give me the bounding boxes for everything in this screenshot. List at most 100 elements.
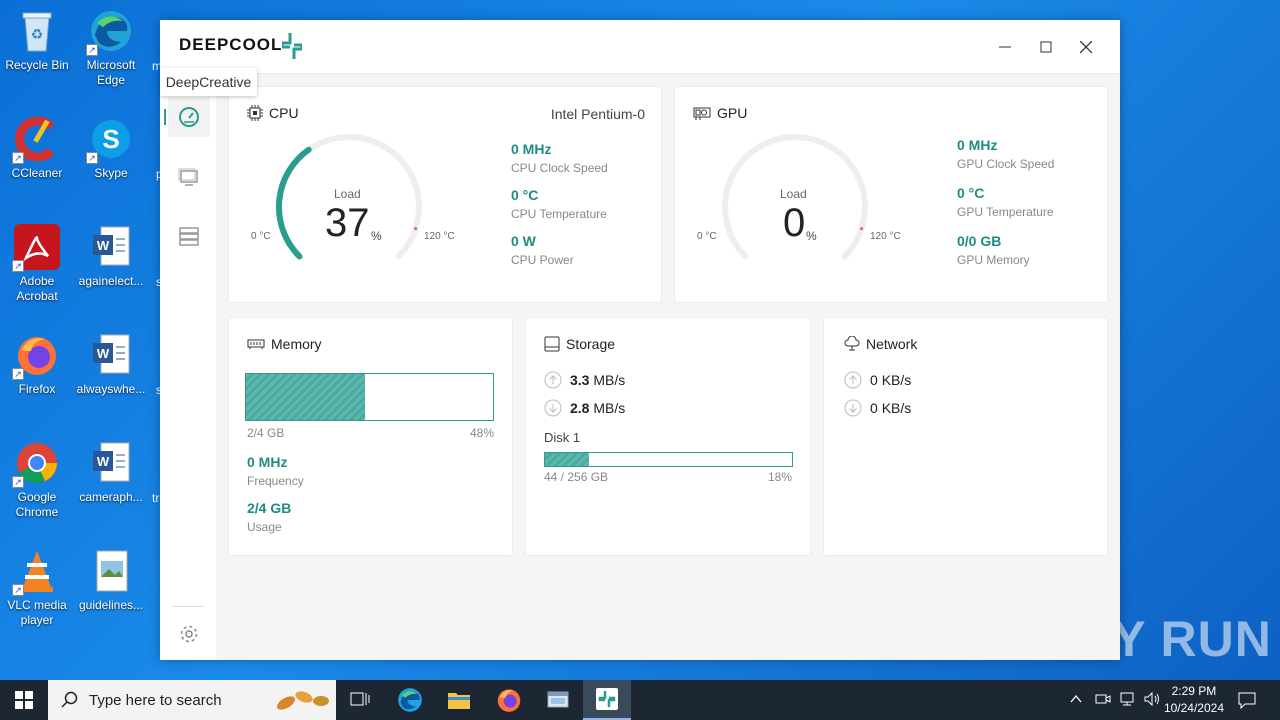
desktop-icon-image-file[interactable]: guidelines... xyxy=(74,548,148,613)
vlc-icon: ↗ xyxy=(12,548,60,596)
memory-frequency-value: 0 MHz xyxy=(247,454,288,470)
memory-usage-bar xyxy=(245,373,494,421)
taskbar-search-box[interactable]: Type here to search xyxy=(48,680,336,720)
maximize-button[interactable] xyxy=(1031,34,1061,60)
tray-clock[interactable]: 2:29 PM 10/24/2024 xyxy=(1164,683,1224,717)
gpu-memory-stat: 0/0 GB GPU Memory xyxy=(957,233,1030,267)
network-upload-row: 0 KB/s xyxy=(844,371,911,389)
sidebar-item-display[interactable] xyxy=(168,157,210,197)
cpu-gauge-value: 37 xyxy=(325,201,370,245)
desktop-icon-label: Google Chrome xyxy=(15,490,59,519)
gpu-clock-value: 0 MHz xyxy=(957,137,998,153)
cpu-power-value: 0 W xyxy=(511,233,536,249)
close-button[interactable] xyxy=(1071,34,1101,60)
memory-usage-value: 2/4 GB xyxy=(247,500,292,516)
sidebar-item-dashboard[interactable] xyxy=(168,97,210,137)
hard-drive-icon xyxy=(544,336,560,352)
svg-text:W: W xyxy=(97,454,110,469)
cpu-gauge-unit: % xyxy=(371,229,382,243)
desktop-icon-acrobat[interactable]: ↗ Adobe Acrobat xyxy=(0,224,74,304)
minimize-button[interactable] xyxy=(990,34,1020,60)
cpu-gauge-min: 0 °C xyxy=(251,231,271,242)
memory-frequency-label: Frequency xyxy=(247,474,304,488)
shortcut-arrow-icon: ↗ xyxy=(86,44,98,56)
desktop-icon-ccleaner[interactable]: ↗ CCleaner xyxy=(0,116,74,181)
gpu-card: GPU Load 0 % 0 °C 120 °C 0 MHz GPU Clock… xyxy=(674,86,1108,303)
deepcool-window: DEEPCOOL DeepCreative CPU Intel Pentium-… xyxy=(160,20,1120,660)
disk-used-text: 44 / 256 GB xyxy=(544,470,609,484)
disk-usage-fill xyxy=(545,453,590,466)
gpu-gauge-max: 120 °C xyxy=(870,231,901,242)
taskbar: Type here to search 2:29 PM 10/24/2024 xyxy=(0,680,1280,720)
cpu-temp-stat: 0 °C CPU Temperature xyxy=(511,187,607,221)
title-bar[interactable]: DEEPCOOL xyxy=(160,20,1120,74)
taskbar-deepcool[interactable] xyxy=(583,680,631,720)
tray-overflow-button[interactable] xyxy=(1069,692,1083,711)
desktop-icon-chrome[interactable]: ↗ Google Chrome xyxy=(0,440,74,520)
upload-arrow-icon xyxy=(844,371,862,389)
desktop-icon-vlc[interactable]: ↗ VLC media player xyxy=(0,548,74,628)
word-document-icon: W xyxy=(88,332,134,378)
gpu-gauge-unit: % xyxy=(806,229,817,243)
gpu-card-icon xyxy=(693,107,711,120)
desktop-icon-word-doc-3[interactable]: W cameraph... xyxy=(74,440,148,505)
gpu-gauge-min: 0 °C xyxy=(697,231,717,242)
speaker-icon xyxy=(1144,691,1159,707)
desktop-icon-firefox[interactable]: ↗ Firefox xyxy=(0,332,74,397)
memory-frequency-stat: 0 MHz Frequency xyxy=(247,454,304,488)
application-window-icon xyxy=(547,691,569,708)
gpu-memory-label: GPU Memory xyxy=(957,253,1030,267)
recycle-bin-icon: ♻ xyxy=(14,8,60,54)
notification-center-button[interactable] xyxy=(1238,691,1256,714)
desktop-icon-label: cameraph... xyxy=(79,490,143,504)
gpu-gauge-value: 0 xyxy=(783,201,806,245)
ccleaner-icon: ↗ xyxy=(12,116,60,164)
tray-volume[interactable] xyxy=(1143,691,1161,712)
tray-meet-now[interactable] xyxy=(1095,691,1111,712)
edge-icon xyxy=(398,688,422,712)
gear-icon xyxy=(180,625,198,643)
network-title-text: Network xyxy=(866,336,918,352)
partial-desktop-label: tr xyxy=(152,491,160,505)
desktop-icon-label: againelect... xyxy=(78,274,144,288)
network-card-title: Network xyxy=(844,336,917,352)
svg-text:♻: ♻ xyxy=(31,26,44,42)
taskbar-edge[interactable] xyxy=(386,680,434,720)
image-file-icon xyxy=(88,548,134,594)
task-view-button[interactable] xyxy=(336,680,384,720)
network-download-value: 0 xyxy=(870,400,878,416)
cpu-clock-value: 0 MHz xyxy=(511,141,552,157)
settings-button[interactable] xyxy=(168,614,210,654)
desktop-icon-edge[interactable]: ↗ Microsoft Edge xyxy=(74,8,148,88)
autumn-leaves-decoration-icon xyxy=(276,691,329,710)
firefox-icon: ↗ xyxy=(12,332,60,380)
cpu-chip-icon xyxy=(247,105,263,121)
close-icon xyxy=(1080,41,1092,53)
desktop-icon-word-doc-1[interactable]: W againelect... xyxy=(74,224,148,289)
desktop-icon-label: CCleaner xyxy=(11,166,63,180)
shortcut-arrow-icon: ↗ xyxy=(12,260,24,272)
network-card: Network 0 KB/s 0 KB/s xyxy=(823,317,1108,556)
taskbar-firefox[interactable] xyxy=(485,680,533,720)
notification-icon xyxy=(1238,692,1256,710)
edge-icon: ↗ xyxy=(86,8,134,56)
svg-text:W: W xyxy=(97,346,110,361)
storage-upload-unit: MB/s xyxy=(593,372,626,388)
cpu-card-title: CPU xyxy=(247,105,299,121)
cpu-power-label: CPU Power xyxy=(511,253,574,267)
taskbar-file-explorer[interactable] xyxy=(435,680,483,720)
tray-network[interactable] xyxy=(1118,691,1136,712)
desktop-icon-skype[interactable]: S ↗ Skype xyxy=(74,116,148,181)
disk-label: Disk 1 xyxy=(544,430,581,445)
memory-used-text: 2/4 GB xyxy=(247,426,285,440)
start-button[interactable] xyxy=(0,680,48,720)
skype-icon: S ↗ xyxy=(86,116,134,164)
network-upload-unit: KB/s xyxy=(881,372,912,388)
gpu-card-title: GPU xyxy=(693,105,747,121)
memory-title-text: Memory xyxy=(271,336,322,352)
sidebar-item-devices[interactable] xyxy=(168,216,210,256)
desktop-icon-word-doc-2[interactable]: W alwayswhe... xyxy=(74,332,148,397)
storage-card-title: Storage xyxy=(544,336,615,352)
taskbar-app-window[interactable] xyxy=(534,680,582,720)
desktop-icon-recycle-bin[interactable]: ♻ Recycle Bin xyxy=(0,8,74,73)
